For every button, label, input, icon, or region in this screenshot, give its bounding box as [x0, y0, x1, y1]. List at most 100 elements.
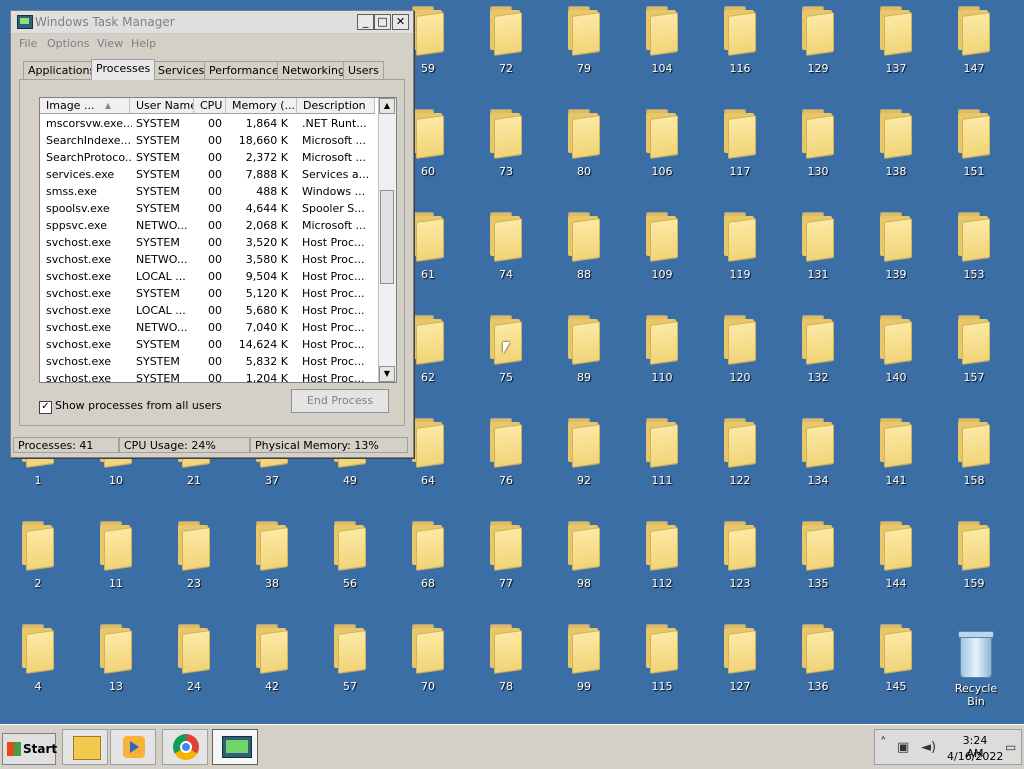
desktop-folder[interactable]: 80: [554, 109, 614, 179]
start-button[interactable]: Start: [2, 733, 57, 765]
desktop-folder[interactable]: 136: [788, 624, 848, 694]
desktop-folder[interactable]: 122: [710, 418, 770, 488]
tab-services[interactable]: Services: [153, 61, 210, 79]
table-row[interactable]: SearchIndexe... SYSTEM 00 18,660 K Microsoft…: [40, 132, 374, 149]
desktop-folder[interactable]: 57: [320, 624, 380, 694]
desktop-folder[interactable]: 119: [710, 212, 770, 282]
show-hidden-icons-icon[interactable]: ˄: [880, 736, 887, 751]
taskbar-media-player-button[interactable]: [110, 729, 156, 765]
desktop-folder[interactable]: 112: [632, 521, 692, 591]
desktop-folder[interactable]: 70: [398, 624, 458, 694]
desktop-folder[interactable]: 137: [866, 6, 926, 76]
desktop-folder[interactable]: 141: [866, 418, 926, 488]
tab-processes[interactable]: Processes: [91, 59, 156, 80]
desktop-folder[interactable]: 73: [476, 109, 536, 179]
scroll-thumb[interactable]: [380, 190, 394, 284]
desktop-folder[interactable]: 159: [944, 521, 1004, 591]
tab-applications[interactable]: Applications: [23, 61, 101, 79]
desktop-folder[interactable]: 109: [632, 212, 692, 282]
table-row[interactable]: mscorsvw.exe... SYSTEM 00 1,864 K .NET Runt.…: [40, 115, 374, 132]
desktop-folder[interactable]: 151: [944, 109, 1004, 179]
desktop-folder[interactable]: 117: [710, 109, 770, 179]
desktop-folder[interactable]: 98: [554, 521, 614, 591]
desktop-folder[interactable]: 115: [632, 624, 692, 694]
desktop-folder[interactable]: 42: [242, 624, 302, 694]
maximize-button[interactable]: □: [374, 14, 391, 30]
recycle-bin[interactable]: Recycle Bin: [946, 630, 1006, 708]
desktop-folder[interactable]: 131: [788, 212, 848, 282]
table-row[interactable]: svchost.exe NETWO... 00 7,040 K Host Proc...: [40, 319, 374, 336]
title-bar[interactable]: Windows Task Manager _ □ ✕: [11, 11, 413, 34]
scroll-up-icon[interactable]: ▲: [379, 98, 395, 114]
minimize-button[interactable]: _: [357, 14, 374, 30]
table-row[interactable]: spoolsv.exe SYSTEM 00 4,644 K Spooler S...: [40, 200, 374, 217]
desktop-folder[interactable]: 153: [944, 212, 1004, 282]
desktop-folder[interactable]: 145: [866, 624, 926, 694]
table-row[interactable]: svchost.exe SYSTEM 00 1,204 K Host Proc...: [40, 370, 374, 382]
desktop-folder[interactable]: 99: [554, 624, 614, 694]
desktop-folder[interactable]: 23: [164, 521, 224, 591]
network-icon[interactable]: ▣: [897, 740, 909, 755]
desktop-folder[interactable]: 78: [476, 624, 536, 694]
desktop-folder[interactable]: 144: [866, 521, 926, 591]
desktop-folder[interactable]: 116: [710, 6, 770, 76]
column-header-user[interactable]: User Name: [130, 98, 194, 114]
volume-icon[interactable]: ◄): [921, 740, 936, 755]
close-button[interactable]: ✕: [392, 14, 409, 30]
desktop-folder[interactable]: 157: [944, 315, 1004, 385]
tab-networking[interactable]: Networking: [277, 61, 350, 79]
menu-file[interactable]: File: [19, 37, 37, 50]
menu-options[interactable]: Options: [47, 37, 89, 50]
end-process-button[interactable]: End Process: [291, 389, 389, 413]
desktop-folder[interactable]: 123: [710, 521, 770, 591]
desktop-folder[interactable]: 2: [8, 521, 68, 591]
desktop-folder[interactable]: 158: [944, 418, 1004, 488]
desktop-folder[interactable]: 129: [788, 6, 848, 76]
menu-view[interactable]: View: [97, 37, 123, 50]
desktop-folder[interactable]: 111: [632, 418, 692, 488]
table-row[interactable]: SearchProtoco... SYSTEM 00 2,372 K Microsoft…: [40, 149, 374, 166]
desktop-folder[interactable]: 68: [398, 521, 458, 591]
desktop-folder[interactable]: 127: [710, 624, 770, 694]
desktop-folder[interactable]: 24: [164, 624, 224, 694]
desktop-folder[interactable]: 77: [476, 521, 536, 591]
desktop-folder[interactable]: 76: [476, 418, 536, 488]
column-header-image[interactable]: Image ... ▲: [40, 98, 130, 114]
table-row[interactable]: services.exe SYSTEM 00 7,888 K Services a...: [40, 166, 374, 183]
desktop-folder[interactable]: 74: [476, 212, 536, 282]
table-row[interactable]: svchost.exe SYSTEM 00 5,120 K Host Proc...: [40, 285, 374, 302]
desktop-folder[interactable]: 92: [554, 418, 614, 488]
table-row[interactable]: svchost.exe SYSTEM 00 3,520 K Host Proc...: [40, 234, 374, 251]
table-row[interactable]: smss.exe SYSTEM 00 488 K Windows ...: [40, 183, 374, 200]
desktop-folder[interactable]: 79: [554, 6, 614, 76]
desktop-folder[interactable]: 132: [788, 315, 848, 385]
desktop-folder[interactable]: 11: [86, 521, 146, 591]
clock-date[interactable]: 4/16/2022: [947, 750, 1003, 763]
desktop-folder[interactable]: 72: [476, 6, 536, 76]
desktop-folder[interactable]: 106: [632, 109, 692, 179]
vertical-scrollbar[interactable]: ▲ ▼: [378, 98, 396, 382]
scroll-down-icon[interactable]: ▼: [379, 366, 395, 382]
show-desktop-icon[interactable]: ▭: [1005, 740, 1016, 754]
desktop-folder[interactable]: 13: [86, 624, 146, 694]
desktop-folder[interactable]: 38: [242, 521, 302, 591]
table-row[interactable]: sppsvc.exe NETWO... 00 2,068 K Microsoft ...: [40, 217, 374, 234]
desktop-folder[interactable]: 147: [944, 6, 1004, 76]
desktop-folder[interactable]: 135: [788, 521, 848, 591]
table-row[interactable]: svchost.exe LOCAL ... 00 5,680 K Host Proc..…: [40, 302, 374, 319]
desktop-folder[interactable]: 4: [8, 624, 68, 694]
tab-users[interactable]: Users: [343, 61, 384, 79]
task-manager-window[interactable]: Windows Task Manager _ □ ✕ File Options …: [10, 10, 414, 458]
desktop-folder[interactable]: 110: [632, 315, 692, 385]
tab-performance[interactable]: Performance: [204, 61, 284, 79]
desktop-folder[interactable]: 56: [320, 521, 380, 591]
table-row[interactable]: svchost.exe LOCAL ... 00 9,504 K Host Proc..…: [40, 268, 374, 285]
desktop-folder[interactable]: 140: [866, 315, 926, 385]
show-all-users-checkbox[interactable]: ✓: [39, 401, 52, 414]
desktop-folder[interactable]: 89: [554, 315, 614, 385]
desktop-folder[interactable]: 88: [554, 212, 614, 282]
process-list[interactable]: Image ... ▲ User Name CPU Memory (... Des…: [39, 97, 397, 383]
taskbar-explorer-button[interactable]: [62, 729, 108, 765]
table-row[interactable]: svchost.exe NETWO... 00 3,580 K Host Proc...: [40, 251, 374, 268]
desktop-folder[interactable]: 134: [788, 418, 848, 488]
